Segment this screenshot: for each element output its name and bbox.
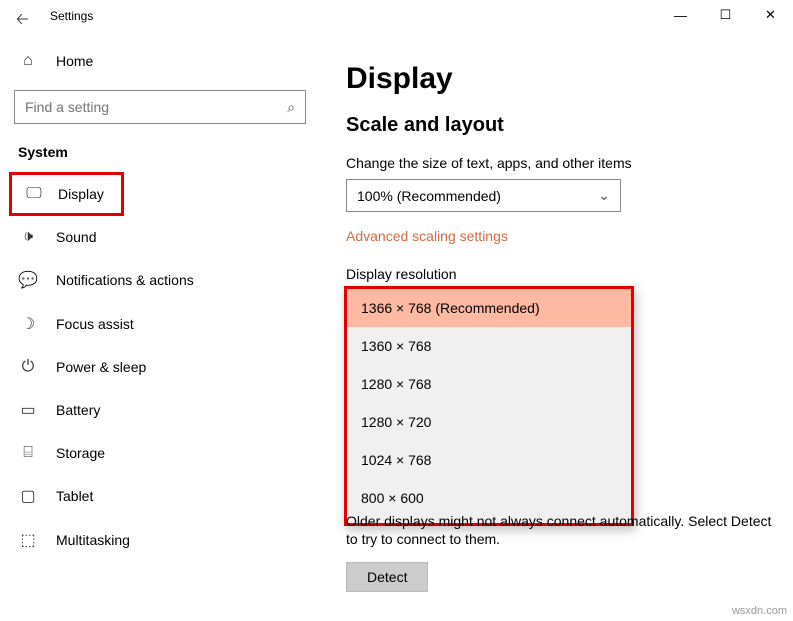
sidebar-item-storage[interactable]: ⌸ Storage (0, 432, 320, 474)
advanced-scaling-link[interactable]: Advanced scaling settings (346, 228, 508, 244)
resolution-option[interactable]: 1280 × 720 (347, 403, 631, 441)
main-pane: Display Scale and layout Change the size… (320, 32, 793, 621)
close-button[interactable]: ✕ (748, 0, 793, 30)
detect-button[interactable]: Detect (346, 562, 428, 592)
sidebar-item-sound[interactable]: 🕩 Sound (0, 216, 320, 258)
search-input[interactable] (25, 99, 287, 115)
sidebar-item-label: Display (58, 186, 104, 202)
minimize-button[interactable]: — (658, 0, 703, 30)
storage-icon: ⌸ (18, 444, 38, 462)
battery-icon: ▭ (18, 400, 38, 420)
sidebar-item-label: Storage (56, 445, 105, 461)
scale-dropdown[interactable]: 100% (Recommended) ⌄ (346, 179, 621, 212)
sound-icon: 🕩 (18, 228, 38, 246)
window-title: Settings (50, 9, 93, 23)
sidebar-item-battery[interactable]: ▭ Battery (0, 388, 320, 432)
resolution-option[interactable]: 1366 × 768 (Recommended) (347, 289, 631, 327)
resolution-option[interactable]: 1024 × 768 (347, 441, 631, 479)
window-controls: — ☐ ✕ (658, 0, 793, 30)
sidebar-item-label: Tablet (56, 488, 93, 504)
power-icon: ⏻ (18, 358, 38, 376)
sidebar-item-label: Multitasking (56, 532, 130, 548)
resolution-dropdown-open: 1366 × 768 (Recommended) 1360 × 768 1280… (344, 286, 634, 526)
home-nav[interactable]: ⌂ Home (0, 42, 320, 80)
maximize-button[interactable]: ☐ (703, 0, 748, 30)
display-icon: 🖵 (24, 185, 44, 203)
resolution-label: Display resolution (346, 266, 777, 282)
focus-assist-icon: ☽ (18, 314, 38, 334)
sidebar: ⌂ Home ⌕ System 🖵 Display 🕩 Sound 💬 Noti… (0, 32, 320, 621)
watermark: wsxdn.com (732, 605, 787, 617)
sidebar-item-focus-assist[interactable]: ☽ Focus assist (0, 302, 320, 346)
sidebar-item-notifications[interactable]: 💬 Notifications & actions (0, 258, 320, 302)
sidebar-item-label: Notifications & actions (56, 272, 194, 288)
sidebar-item-power-sleep[interactable]: ⏻ Power & sleep (0, 346, 320, 388)
older-displays-note: Older displays might not always connect … (346, 512, 777, 548)
scale-label: Change the size of text, apps, and other… (346, 155, 777, 171)
notifications-icon: 💬 (18, 270, 38, 290)
multitasking-icon: ⬚ (18, 530, 38, 550)
section-heading-scale: Scale and layout (346, 114, 777, 137)
tablet-icon: ▢ (18, 486, 38, 506)
sidebar-item-label: Sound (56, 229, 96, 245)
search-box[interactable]: ⌕ (14, 90, 306, 124)
sidebar-item-multitasking[interactable]: ⬚ Multitasking (0, 518, 320, 562)
sidebar-item-label: Battery (56, 402, 100, 418)
sidebar-item-display[interactable]: 🖵 Display (9, 172, 124, 216)
page-title: Display (346, 62, 777, 96)
resolution-option[interactable]: 1360 × 768 (347, 327, 631, 365)
home-label: Home (56, 53, 93, 69)
sidebar-item-label: Power & sleep (56, 359, 146, 375)
back-button[interactable]: 🡠 (16, 8, 29, 35)
chevron-down-icon: ⌄ (598, 187, 610, 204)
section-title: System (0, 138, 320, 172)
search-icon: ⌕ (287, 99, 295, 116)
resolution-option[interactable]: 1280 × 768 (347, 365, 631, 403)
sidebar-item-tablet[interactable]: ▢ Tablet (0, 474, 320, 518)
sidebar-item-label: Focus assist (56, 316, 134, 332)
titlebar: 🡠 Settings — ☐ ✕ (0, 0, 793, 32)
scale-dropdown-value: 100% (Recommended) (357, 188, 501, 204)
home-icon: ⌂ (18, 52, 38, 70)
